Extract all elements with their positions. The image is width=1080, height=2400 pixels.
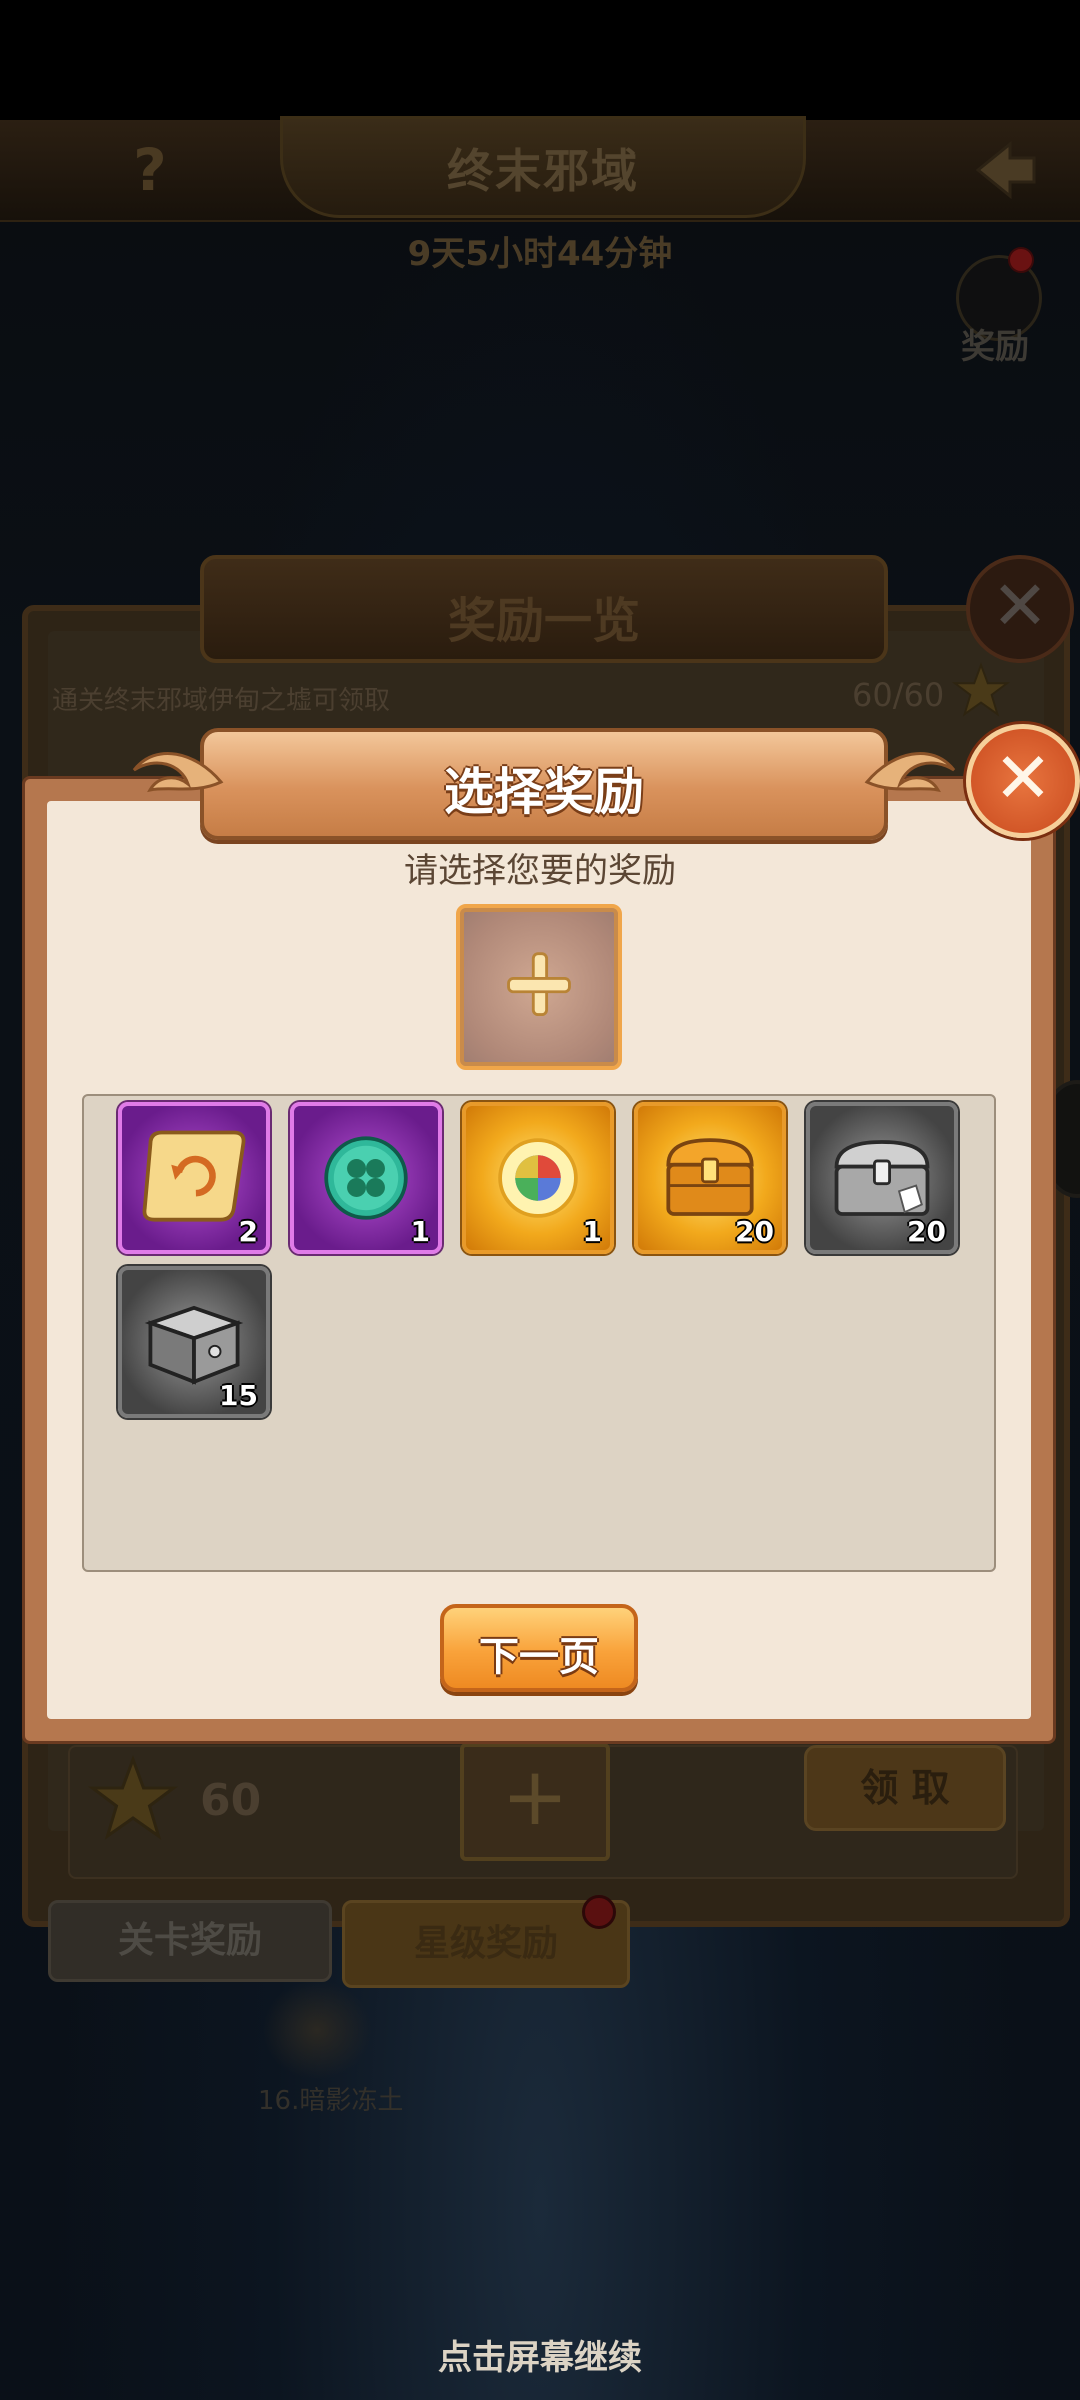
dialog-close-button[interactable]: ✕ <box>966 724 1080 838</box>
countdown-text: 9天5小时44分钟 <box>407 234 673 274</box>
help-icon[interactable]: ? <box>120 140 180 200</box>
row-star-count: 60 <box>200 1775 262 1826</box>
row-add-slot[interactable]: + <box>460 1743 610 1861</box>
item-count: 2 <box>238 1215 258 1248</box>
dialog-title-plate: 选择奖励 <box>132 728 956 840</box>
dialog-prompt: 请选择您要的奖励 <box>404 851 676 891</box>
star-icon <box>952 662 1010 717</box>
rewards-corner-label: 奖励 <box>961 327 1029 367</box>
overview-title-plate: 奖励一览 <box>200 555 888 663</box>
tab-stage-rewards[interactable]: 关卡奖励 <box>48 1900 332 1982</box>
plus-icon <box>507 952 571 1017</box>
close-icon: ✕ <box>993 737 1053 819</box>
close-icon: ✕ <box>991 567 1049 646</box>
item-count: 20 <box>907 1215 946 1248</box>
reward-item[interactable]: 15 <box>118 1266 270 1418</box>
header-title: 终末邪域 <box>447 144 639 198</box>
item-count: 15 <box>219 1379 258 1412</box>
top-bar: ? 终末邪域 <box>0 116 1080 222</box>
claim-button[interactable]: 领 取 <box>804 1745 1006 1831</box>
selected-reward-slot[interactable] <box>456 904 622 1070</box>
reward-item[interactable]: 1 <box>290 1102 442 1254</box>
item-count: 1 <box>410 1215 430 1248</box>
next-page-button[interactable]: 下一页 <box>440 1604 638 1692</box>
reward-items-grid: 2 1 1 20 20 15 <box>82 1094 996 1572</box>
reward-row: 60 + 领 取 <box>68 1743 1018 1879</box>
overview-description: 通关终末邪域伊甸之墟可领取 <box>52 686 391 716</box>
reward-item[interactable]: 2 <box>118 1102 270 1254</box>
stage-node-icon <box>262 1980 372 2080</box>
star-icon <box>88 1755 178 1840</box>
reward-item[interactable]: 20 <box>806 1102 958 1254</box>
reward-item[interactable]: 20 <box>634 1102 786 1254</box>
overview-title: 奖励一览 <box>447 593 640 649</box>
continue-hint[interactable]: 点击屏幕继续 <box>0 2330 1080 2379</box>
reward-item[interactable]: 1 <box>462 1102 614 1254</box>
plus-icon: + <box>501 1750 569 1843</box>
next-page-label: 下一页 <box>479 1634 599 1680</box>
back-arrow-icon[interactable] <box>970 138 1040 202</box>
header-title-plate: 终末邪域 <box>280 116 806 218</box>
notification-dot <box>1008 247 1034 273</box>
notification-dot <box>582 1895 616 1929</box>
item-count: 20 <box>735 1215 774 1248</box>
dialog-title: 选择奖励 <box>444 763 644 821</box>
rewards-corner-button[interactable]: 奖励 <box>950 247 1042 367</box>
overview-close-button[interactable]: ✕ <box>966 555 1074 663</box>
stage-node-label: 16.暗影冻土 <box>258 2086 404 2116</box>
item-count: 1 <box>582 1215 602 1248</box>
overview-progress: 60/60 <box>852 676 945 714</box>
